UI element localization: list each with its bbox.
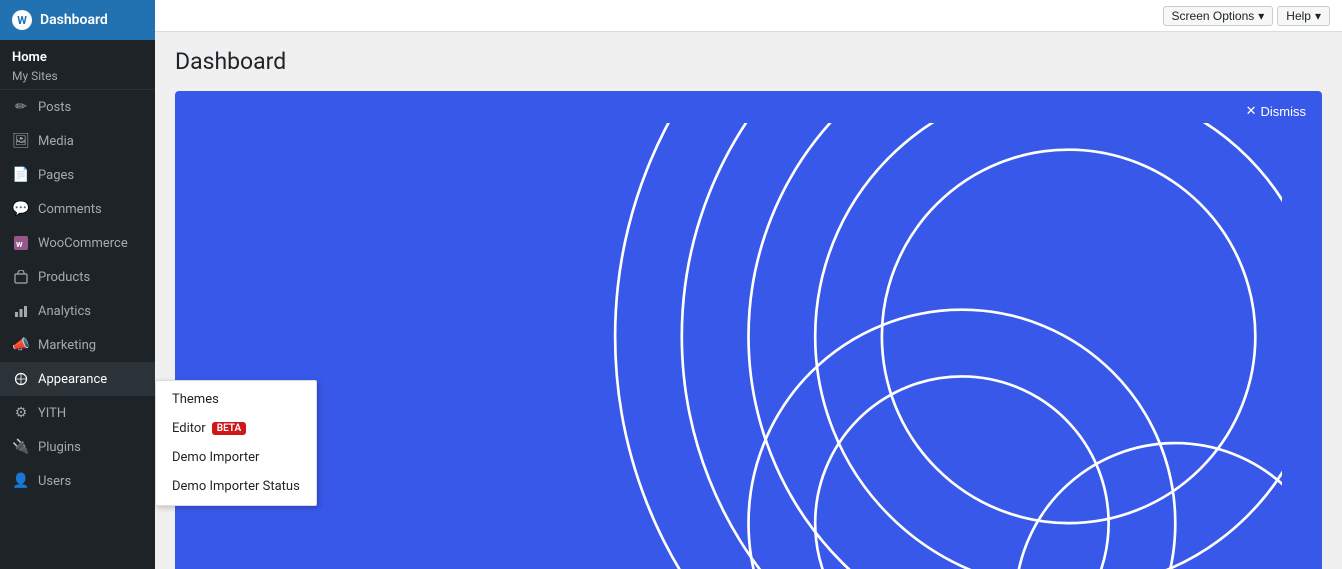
sidebar-item-label: Users xyxy=(38,474,71,489)
help-label: Help xyxy=(1286,9,1311,23)
help-chevron-icon: ▾ xyxy=(1315,9,1321,23)
woocommerce-icon: w xyxy=(12,234,30,252)
sidebar-item-products[interactable]: Products xyxy=(0,260,155,294)
sidebar-header-title: Dashboard xyxy=(40,12,108,28)
sidebar-item-label: Marketing xyxy=(38,338,96,353)
sidebar-nav: ✏ Posts 🖼 Media 📄 Pages 💬 Comments w Woo… xyxy=(0,90,155,569)
sidebar-mysites-link[interactable]: My Sites xyxy=(12,69,143,83)
sidebar-home-section: Home My Sites xyxy=(0,40,155,90)
plugins-icon: 🔌 xyxy=(12,438,30,456)
yith-icon: ⚙ xyxy=(12,404,30,422)
sidebar-item-appearance[interactable]: Appearance xyxy=(0,362,155,396)
sidebar-item-comments[interactable]: 💬 Comments xyxy=(0,192,155,226)
submenu-item-label: Editor xyxy=(172,421,206,436)
page-title: Dashboard xyxy=(175,48,1322,75)
posts-icon: ✏ xyxy=(12,98,30,116)
sidebar-item-label: Appearance xyxy=(38,372,107,387)
wordpress-logo: W xyxy=(12,10,32,30)
sidebar: W Dashboard Home My Sites ✏ Posts 🖼 Medi… xyxy=(0,0,155,569)
svg-text:w: w xyxy=(16,240,23,250)
screen-options-chevron-icon: ▾ xyxy=(1258,9,1264,23)
sidebar-item-label: Posts xyxy=(38,100,71,115)
media-icon: 🖼 xyxy=(12,132,30,150)
dismiss-button[interactable]: ✕ Dismiss xyxy=(1246,103,1306,119)
pages-icon: 📄 xyxy=(12,166,30,184)
top-bar: Screen Options ▾ Help ▾ xyxy=(155,0,1342,32)
comments-icon: 💬 xyxy=(12,200,30,218)
submenu-item-demo-importer[interactable]: Demo Importer xyxy=(156,443,316,472)
main-content: Screen Options ▾ Help ▾ Dashboard xyxy=(155,0,1342,569)
products-icon xyxy=(12,268,30,286)
sidebar-item-label: Media xyxy=(38,134,74,149)
sidebar-item-users[interactable]: 👤 Users xyxy=(0,464,155,498)
content-area: Dashboard ✕ Dismiss Welcome to WordPress… xyxy=(155,32,1342,569)
submenu-item-editor[interactable]: Editor beta xyxy=(156,414,316,443)
sidebar-item-posts[interactable]: ✏ Posts xyxy=(0,90,155,124)
sidebar-item-label: Products xyxy=(38,270,90,285)
sidebar-item-label: Comments xyxy=(38,202,102,217)
sidebar-item-pages[interactable]: 📄 Pages xyxy=(0,158,155,192)
welcome-banner-bg xyxy=(215,123,1282,569)
sidebar-header[interactable]: W Dashboard xyxy=(0,0,155,40)
dismiss-x-icon: ✕ xyxy=(1246,103,1257,119)
sidebar-item-label: WooCommerce xyxy=(38,236,128,251)
marketing-icon: 📣 xyxy=(12,336,30,354)
submenu-item-themes[interactable]: Themes xyxy=(156,385,316,414)
submenu-item-label: Themes xyxy=(172,392,219,407)
sidebar-item-analytics[interactable]: Analytics xyxy=(0,294,155,328)
analytics-icon xyxy=(12,302,30,320)
welcome-banner: ✕ Dismiss Welcome to WordPress! Learn mo… xyxy=(175,91,1322,569)
sidebar-item-plugins[interactable]: 🔌 Plugins xyxy=(0,430,155,464)
screen-options-button[interactable]: Screen Options ▾ xyxy=(1163,6,1274,26)
dismiss-label: Dismiss xyxy=(1261,104,1307,119)
screen-options-label: Screen Options xyxy=(1172,9,1255,23)
appearance-icon xyxy=(12,370,30,388)
sidebar-item-label: Plugins xyxy=(38,440,81,455)
sidebar-item-label: Pages xyxy=(38,168,74,183)
sidebar-home-link[interactable]: Home xyxy=(12,50,143,65)
sidebar-item-label: Analytics xyxy=(38,304,91,319)
sidebar-item-woocommerce[interactable]: w WooCommerce xyxy=(0,226,155,260)
beta-badge: beta xyxy=(212,422,246,435)
sidebar-item-label: YITH xyxy=(38,406,66,421)
help-button[interactable]: Help ▾ xyxy=(1277,6,1330,26)
top-bar-buttons: Screen Options ▾ Help ▾ xyxy=(1163,6,1330,26)
submenu-item-label: Demo Importer Status xyxy=(172,479,300,494)
users-icon: 👤 xyxy=(12,472,30,490)
sidebar-item-marketing[interactable]: 📣 Marketing xyxy=(0,328,155,362)
submenu-item-label: Demo Importer xyxy=(172,450,259,465)
sidebar-item-yith[interactable]: ⚙ YITH xyxy=(0,396,155,430)
submenu-item-demo-importer-status[interactable]: Demo Importer Status xyxy=(156,472,316,501)
appearance-submenu: Themes Editor beta Demo Importer Demo Im… xyxy=(155,380,317,506)
sidebar-item-media[interactable]: 🖼 Media xyxy=(0,124,155,158)
